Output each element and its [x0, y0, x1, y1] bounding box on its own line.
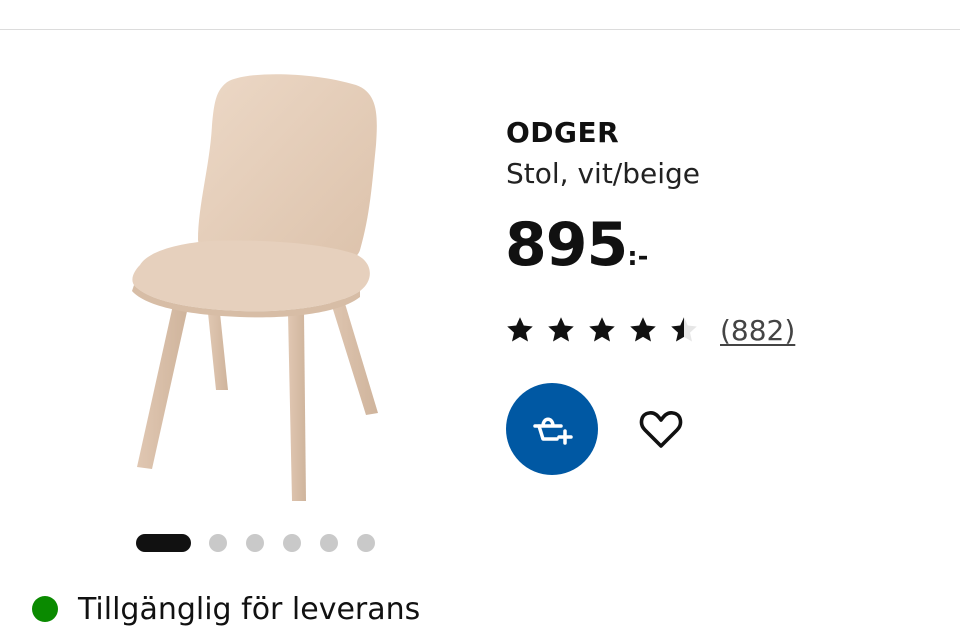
product-rating[interactable]: (882): [505, 310, 795, 350]
product-description: Stol, vit/beige: [506, 157, 701, 190]
product-price: 895:-: [505, 212, 648, 290]
image-carousel-indicator: [136, 533, 394, 553]
carousel-dot[interactable]: [320, 534, 338, 552]
carousel-dot[interactable]: [246, 534, 264, 552]
rating-stars: [505, 315, 710, 345]
star-full-icon: [589, 317, 615, 342]
price-suffix: :-: [627, 242, 649, 272]
star-half-icon: [671, 317, 697, 342]
star-full-icon: [630, 317, 656, 342]
add-to-basket-icon: [533, 417, 573, 445]
carousel-dot[interactable]: [209, 534, 227, 552]
product-image[interactable]: [60, 55, 480, 515]
carousel-dot-active[interactable]: [136, 534, 191, 552]
product-name: ODGER: [506, 116, 620, 149]
star-full-icon: [548, 317, 574, 342]
status-dot-icon: [32, 596, 58, 622]
availability-status: Tillgänglig för leverans: [32, 592, 420, 627]
top-bar: [0, 0, 960, 30]
add-to-cart-button[interactable]: [506, 383, 598, 475]
carousel-dot[interactable]: [283, 534, 301, 552]
favorite-button[interactable]: [634, 404, 688, 454]
carousel-dot[interactable]: [357, 534, 375, 552]
review-count-link[interactable]: (882): [720, 314, 795, 347]
star-full-icon: [507, 317, 533, 342]
chair-image: [132, 74, 378, 501]
availability-text: Tillgänglig för leverans: [78, 591, 421, 627]
price-value: 895: [505, 210, 628, 280]
heart-outline-icon: [639, 411, 683, 448]
